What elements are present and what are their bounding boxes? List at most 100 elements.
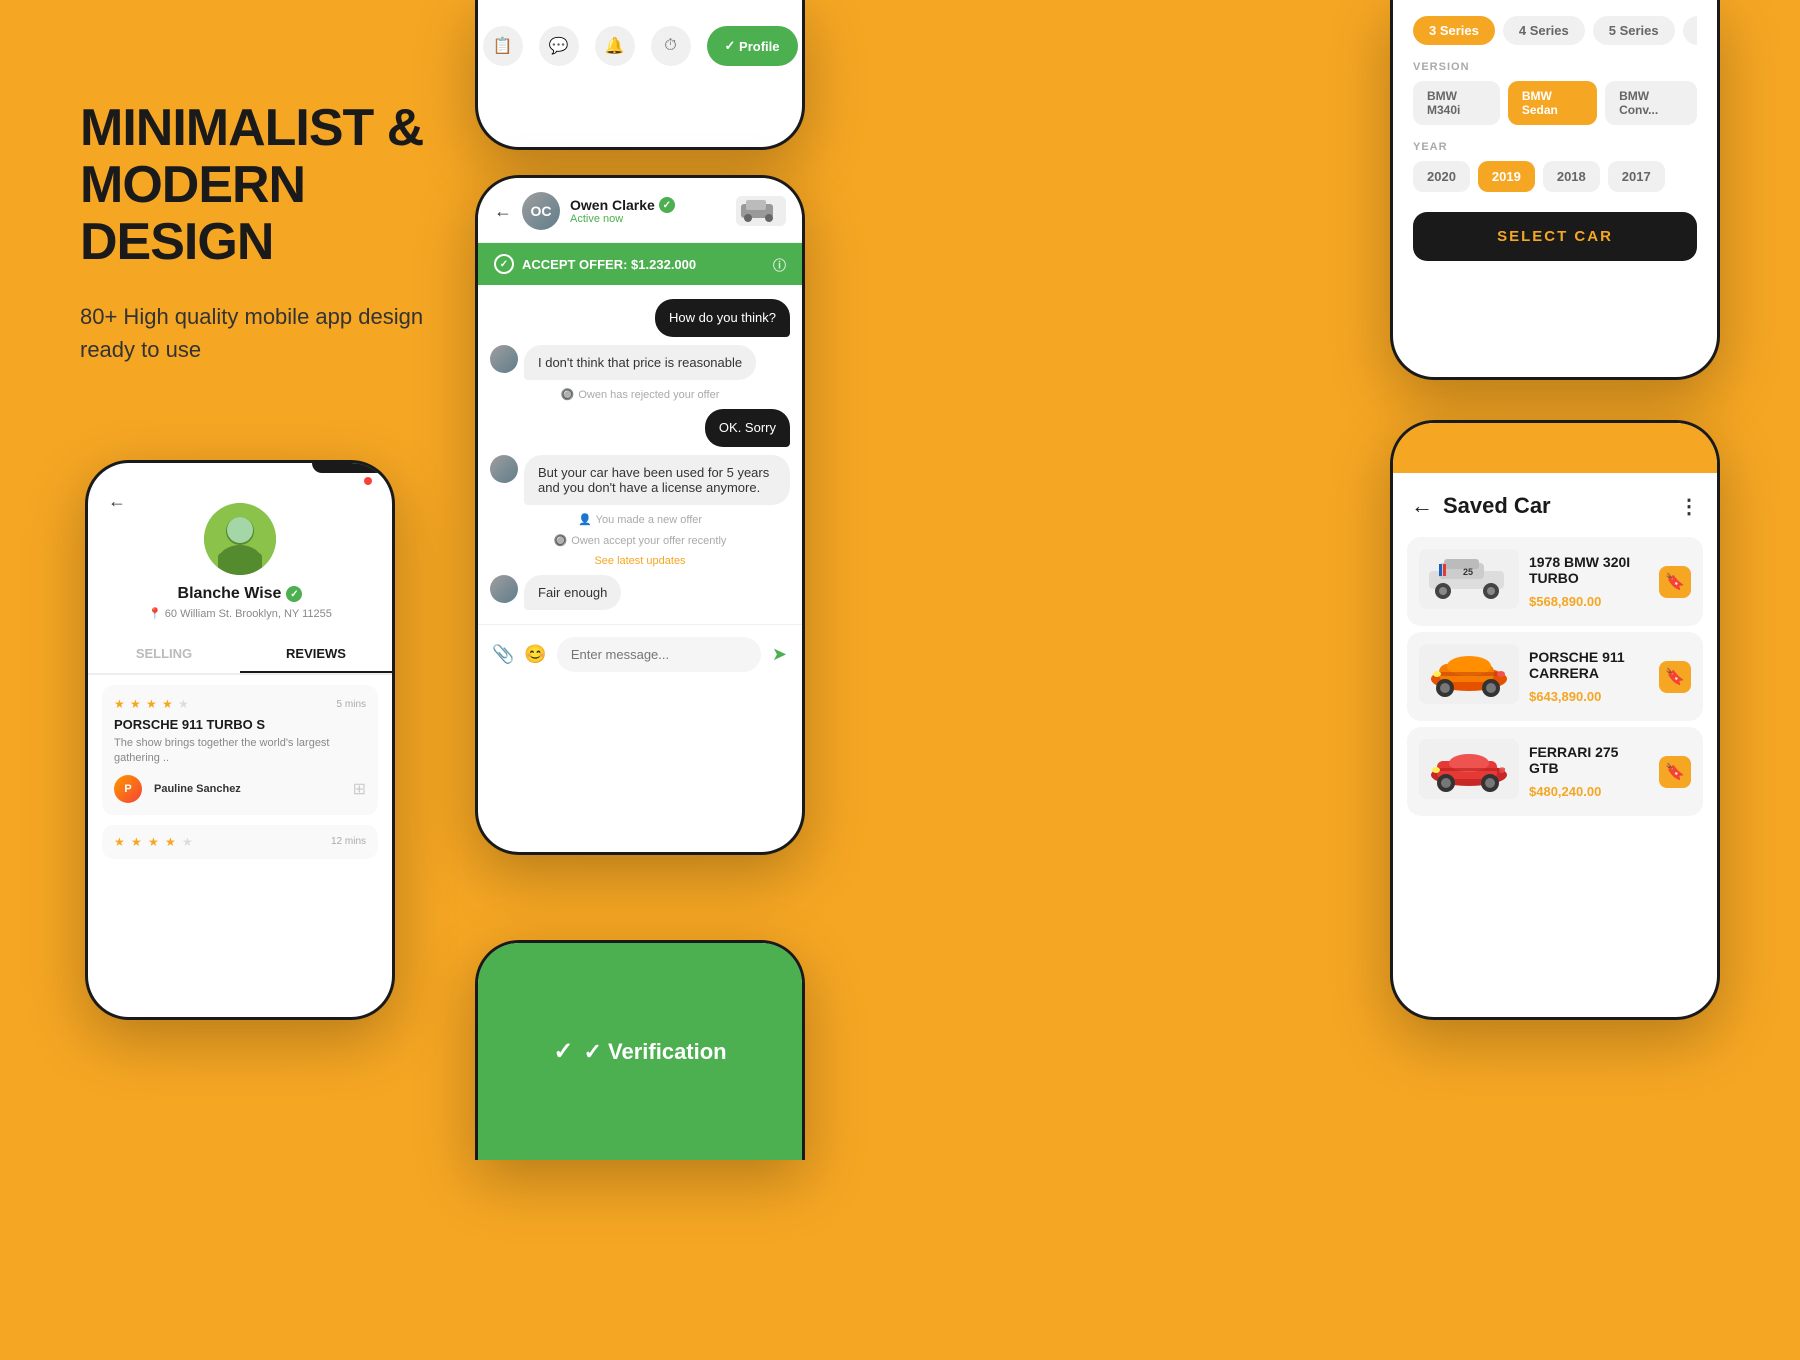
emoji-icon[interactable]: 😊 <box>524 644 546 665</box>
nav-bell-icon[interactable]: 🔔 <box>595 26 635 66</box>
car-porsche-name: PORSCHE 911 CARRERA <box>1529 649 1649 681</box>
year-2018[interactable]: 2018 <box>1543 161 1600 192</box>
chat-user-avatar: OC <box>522 192 560 230</box>
car-porsche-price: $643,890.00 <box>1529 689 1649 704</box>
series-7[interactable]: 7 S <box>1683 16 1697 45</box>
version-conv[interactable]: BMW Conv... <box>1605 81 1697 125</box>
offer-banner[interactable]: ✓ ACCEPT OFFER: $1.232.000 ⓘ <box>478 243 802 285</box>
system-message-1: 🔘 Owen has rejected your offer <box>490 388 790 401</box>
menu-icon: ⊞ <box>353 779 366 799</box>
version-m340i[interactable]: BMW M340i <box>1413 81 1500 125</box>
car-ferrari-name: FERRARI 275 GTB <box>1529 744 1649 776</box>
car-bmw-name: 1978 BMW 320I TURBO <box>1529 554 1649 586</box>
chat-back-button[interactable]: ← <box>494 201 512 222</box>
nav-chat-icon[interactable]: 💬 <box>539 26 579 66</box>
system-check-icon: 🔘 <box>561 388 575 401</box>
car-card-porsche[interactable]: PORSCHE 911 CARRERA $643,890.00 🔖 <box>1407 632 1703 721</box>
year-row: 2020 2019 2018 2017 <box>1413 161 1697 192</box>
star-1: ★ <box>114 697 128 711</box>
car-card-bmw[interactable]: 25 1978 BMW 320I TURBO $568,890.00 🔖 <box>1407 537 1703 626</box>
saved-car-title: ← Saved Car <box>1411 493 1551 519</box>
rating-stars: ★ ★ ★ ★ ★ <box>114 697 192 711</box>
profile-avatar <box>204 503 276 575</box>
nav-timer-icon[interactable]: ⏱ <box>651 26 691 66</box>
series-4[interactable]: 4 Series <box>1503 16 1585 45</box>
chat-status: Active now <box>570 213 726 225</box>
chat-username: Owen Clarke ✓ <box>570 197 726 213</box>
system-message-3: 🔘 Owen accept your offer recently <box>490 534 790 547</box>
car-card-bmw-svg: 25 <box>1419 549 1519 614</box>
nav-clipboard-icon[interactable]: 📋 <box>483 26 523 66</box>
series-filter-row: 3 Series 4 Series 5 Series 7 S <box>1413 16 1697 45</box>
review-time: 5 mins <box>337 699 366 710</box>
series-3[interactable]: 3 Series <box>1413 16 1495 45</box>
saved-car-header-bg <box>1393 423 1717 473</box>
car-bmw-price: $568,890.00 <box>1529 594 1649 609</box>
bookmark-porsche[interactable]: 🔖 <box>1659 661 1691 693</box>
star-5: ★ <box>178 697 192 711</box>
message-input[interactable] <box>557 637 761 672</box>
accept-icon: 🔘 <box>554 534 568 547</box>
series-5[interactable]: 5 Series <box>1593 16 1675 45</box>
message-2-row: I don't think that price is reasonable <box>490 345 790 380</box>
version-row: BMW M340i BMW Sedan BMW Conv... <box>1413 81 1697 125</box>
profile-address: 📍 60 William St. Brooklyn, NY 11255 <box>148 607 332 620</box>
version-sedan[interactable]: BMW Sedan <box>1508 81 1597 125</box>
bookmark-bmw[interactable]: 🔖 <box>1659 566 1691 598</box>
star-2: ★ <box>130 697 144 711</box>
review-time-2: 12 mins <box>331 836 366 847</box>
offer-check-icon: ✓ <box>494 254 514 274</box>
reviewer-row: P Pauline Sanchez ⊞ <box>114 775 366 803</box>
profile-name: Blanche Wise ✓ <box>178 585 303 603</box>
message-2: I don't think that price is reasonable <box>524 345 756 380</box>
year-label: YEAR <box>1413 141 1697 153</box>
year-2020[interactable]: 2020 <box>1413 161 1470 192</box>
back-button[interactable]: ← <box>108 491 126 512</box>
star2-5: ★ <box>182 835 196 849</box>
message-5: Fair enough <box>524 575 621 610</box>
car-card-ferrari[interactable]: FERRARI 275 GTB $480,240.00 🔖 <box>1407 727 1703 816</box>
tab-reviews[interactable]: REVIEWS <box>240 636 392 673</box>
chat-verified-badge: ✓ <box>659 197 675 213</box>
car-card-porsche-svg <box>1419 644 1519 709</box>
check-icon: ✓ <box>725 38 736 54</box>
phone-verification: ✓ ✓ Verification <box>475 940 805 1160</box>
year-2017[interactable]: 2017 <box>1608 161 1665 192</box>
select-car-button[interactable]: SELECT CAR <box>1413 212 1697 261</box>
hero-title: MINIMALIST & MODERN DESIGN <box>80 100 460 272</box>
year-2019[interactable]: 2019 <box>1478 161 1535 192</box>
tab-selling[interactable]: SELLING <box>88 636 240 673</box>
nav-profile-tab[interactable]: ✓ Profile <box>707 26 798 66</box>
phone-notch <box>312 463 392 473</box>
message-3: OK. Sorry <box>705 409 790 447</box>
notification-dot <box>364 477 372 485</box>
star2-2: ★ <box>131 835 145 849</box>
phone-car-select: 3 Series 4 Series 5 Series 7 S VERSION B… <box>1390 0 1720 380</box>
bookmark-ferrari[interactable]: 🔖 <box>1659 756 1691 788</box>
star2-1: ★ <box>114 835 128 849</box>
chat-input-area: 📎 😊 ➤ <box>478 624 802 684</box>
star2-4: ★ <box>165 835 179 849</box>
see-latest-updates[interactable]: See latest updates <box>490 555 790 567</box>
version-label: VERSION <box>1413 61 1697 73</box>
new-offer-icon: 👤 <box>578 513 592 526</box>
sender-avatar-1 <box>490 345 518 373</box>
attach-icon[interactable]: 📎 <box>492 644 514 665</box>
review-text: The show brings together the world's lar… <box>114 736 366 767</box>
sender-avatar-2 <box>490 455 518 483</box>
car-card-porsche-info: PORSCHE 911 CARRERA $643,890.00 <box>1529 649 1649 704</box>
system-message-2: 👤 You made a new offer <box>490 513 790 526</box>
reviewer-name: Pauline Sanchez <box>154 783 241 795</box>
send-button[interactable]: ➤ <box>771 639 788 671</box>
phone-saved-car: ← Saved Car ⋮ 25 <box>1390 420 1720 1020</box>
info-icon: ⓘ <box>773 255 786 274</box>
message-4-row: But your car have been used for 5 years … <box>490 455 790 505</box>
car-ferrari-price: $480,240.00 <box>1529 784 1649 799</box>
chat-car-thumbnail <box>736 196 786 226</box>
review-card-1: ★ ★ ★ ★ ★ 5 mins PORSCHE 911 TURBO S The… <box>102 685 378 815</box>
message-5-row: Fair enough <box>490 575 790 610</box>
profile-tabs: SELLING REVIEWS <box>88 636 392 675</box>
saved-car-header: ← Saved Car ⋮ <box>1393 473 1717 531</box>
saved-car-menu-button[interactable]: ⋮ <box>1679 494 1699 519</box>
saved-car-back-button[interactable]: ← <box>1411 493 1433 519</box>
